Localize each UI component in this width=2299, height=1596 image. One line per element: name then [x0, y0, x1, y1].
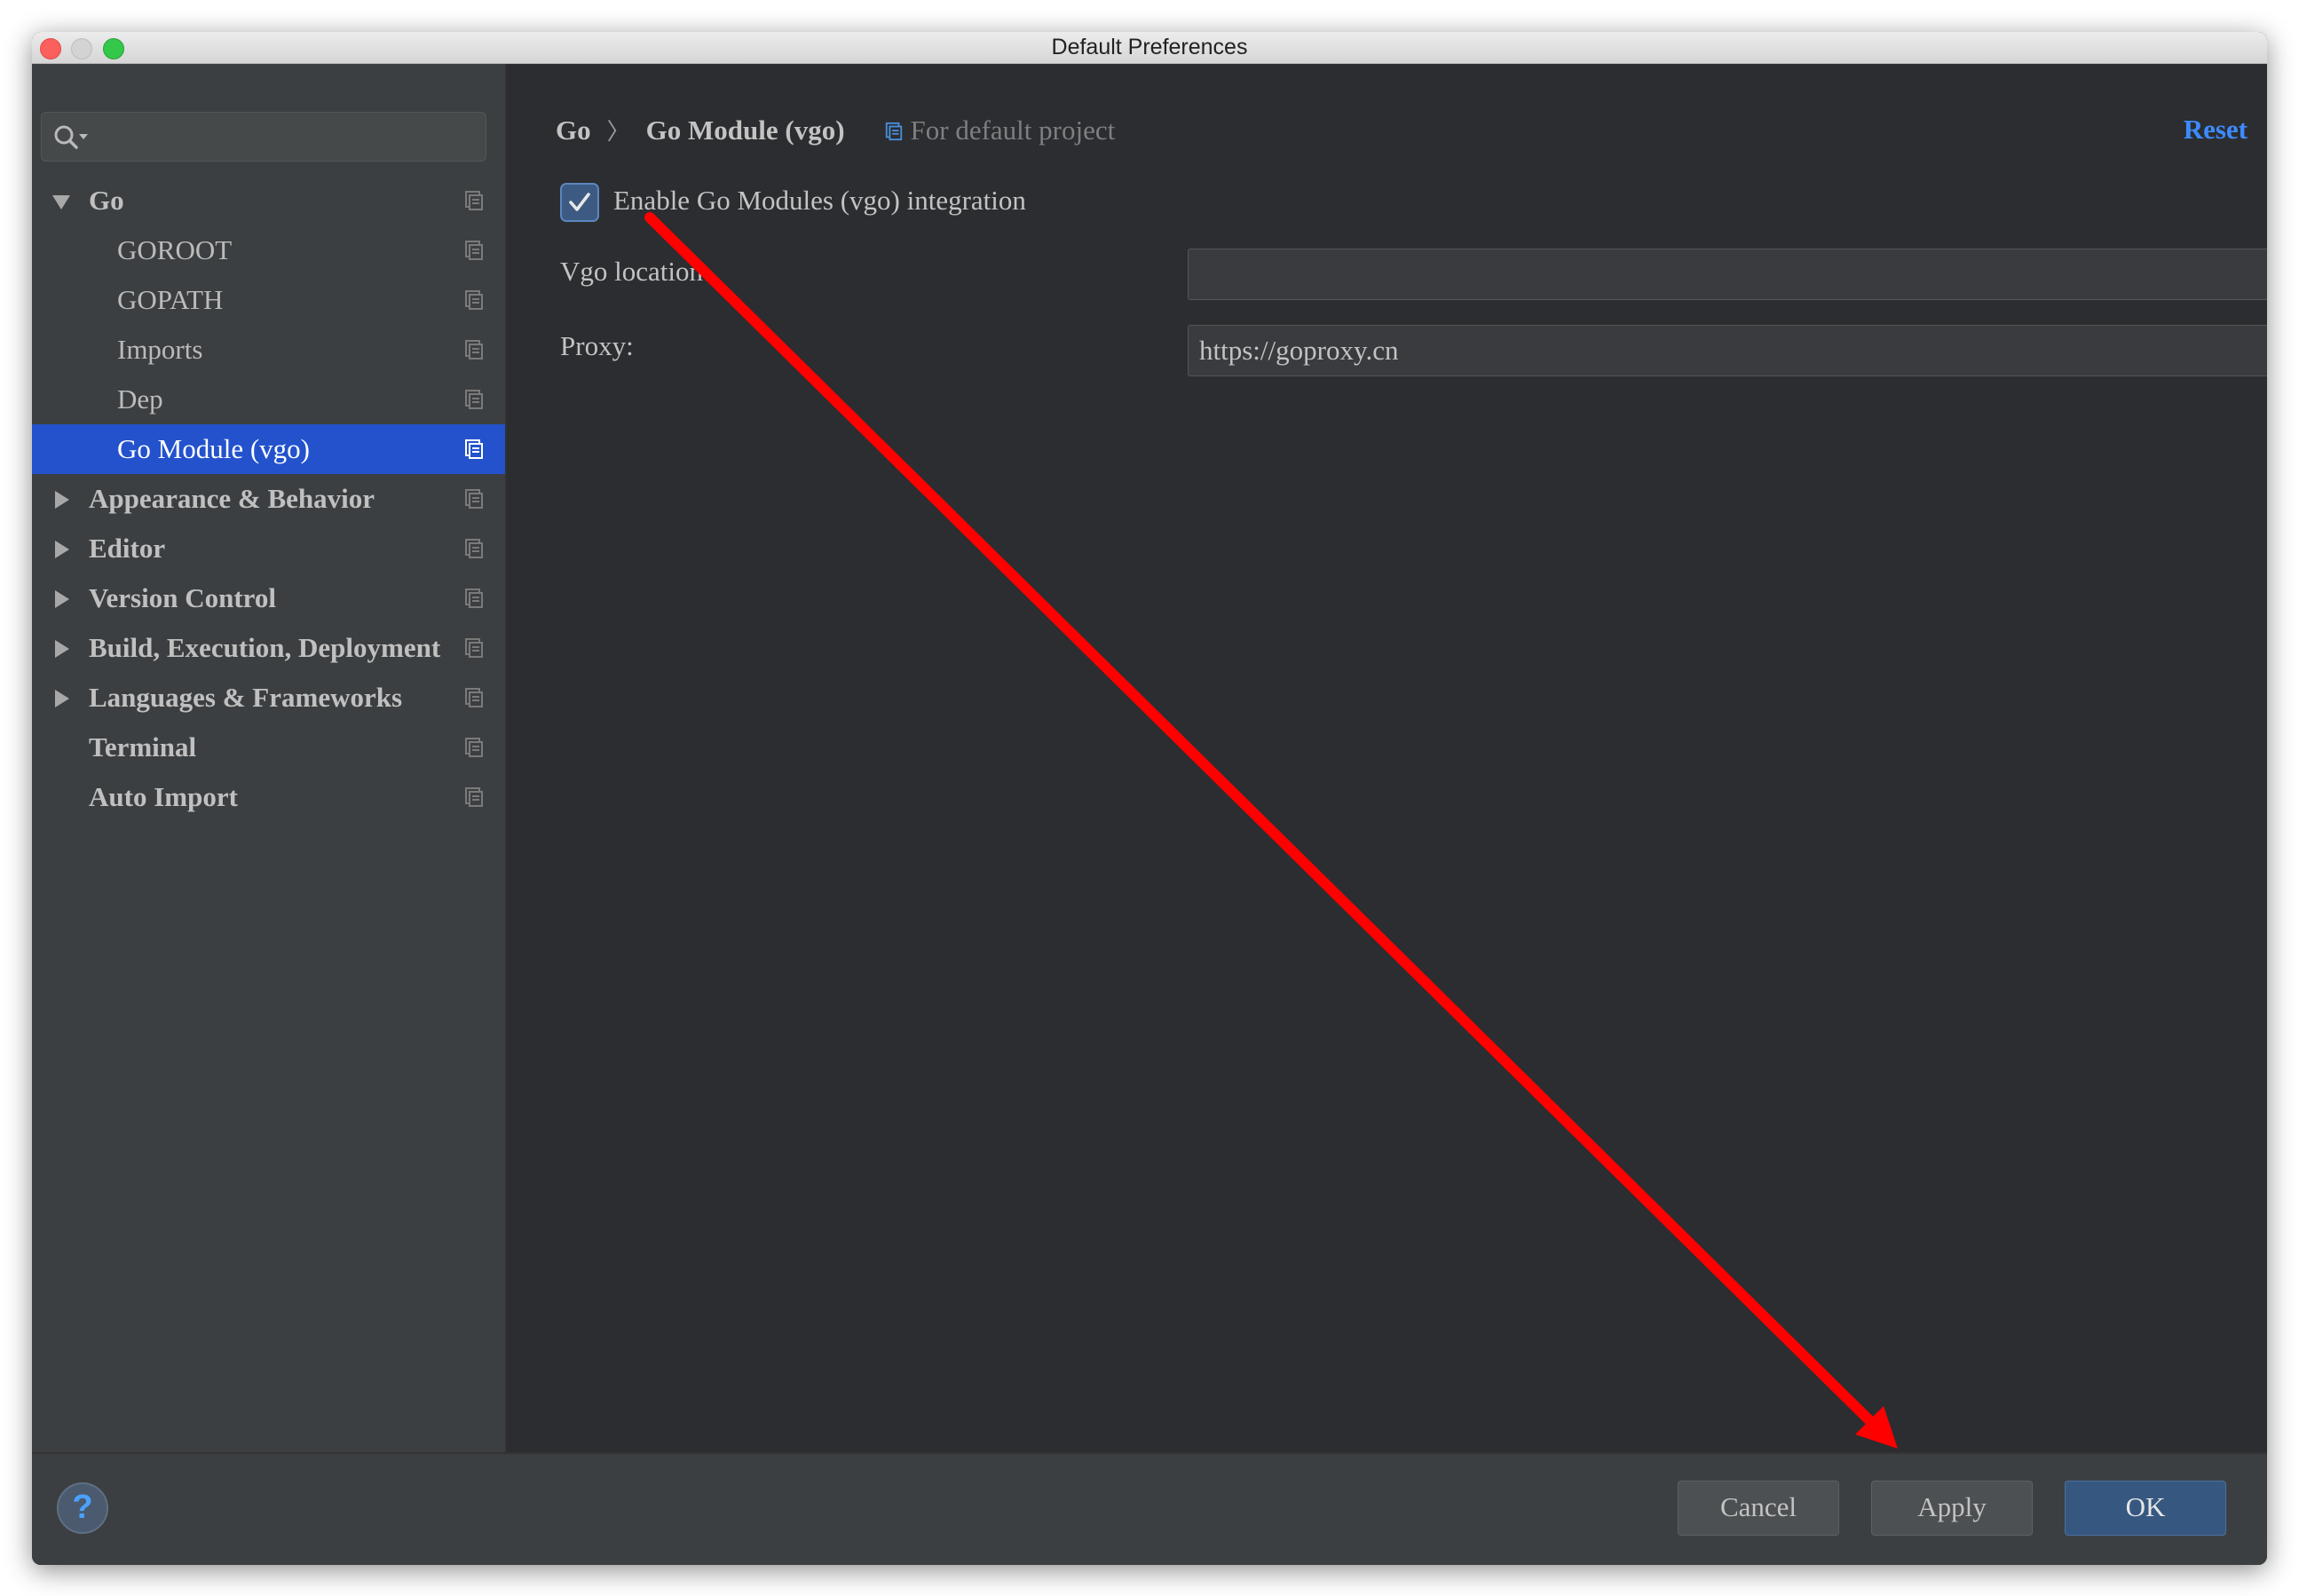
settings-search-input[interactable]	[41, 112, 486, 162]
tree-item-auto-import[interactable]: Auto Import	[32, 772, 505, 822]
tree-item-label: Go	[89, 185, 124, 216]
tree-item-languages-frameworks[interactable]: Languages & Frameworks	[32, 673, 505, 723]
collapsed-arrow-icon[interactable]	[51, 639, 71, 659]
tree-item-label: Build, Execution, Deployment	[89, 632, 441, 663]
project-scope-icon	[465, 439, 483, 459]
enable-vgo-label[interactable]: Enable Go Modules (vgo) integration	[613, 185, 1026, 217]
tree-item-label: Appearance & Behavior	[89, 483, 375, 514]
collapsed-arrow-icon[interactable]	[51, 540, 71, 559]
vgo-location-label: Vgo location:	[560, 256, 711, 287]
window-title: Default Preferences	[1051, 35, 1248, 59]
reset-link[interactable]: Reset	[2184, 114, 2248, 146]
tree-item-label: Terminal	[89, 731, 197, 762]
tree-item-dep[interactable]: Dep	[32, 375, 505, 424]
project-scope-icon	[465, 489, 483, 509]
settings-content: Go 〉 Go Module (vgo) For default project Re…	[507, 64, 2267, 1484]
tree-item-terminal[interactable]: Terminal	[32, 723, 505, 772]
collapsed-arrow-icon[interactable]	[51, 589, 71, 609]
breadcrumb-root[interactable]: Go	[556, 115, 591, 146]
project-scope-icon	[465, 688, 483, 707]
tree-item-label: Editor	[89, 533, 166, 564]
project-scope-icon	[465, 539, 483, 558]
preferences-window: Default Preferences Go GOROOT GOPATH Imp…	[32, 32, 2267, 1565]
tree-item-version-control[interactable]: Version Control	[32, 573, 505, 623]
tree-item-label: Auto Import	[89, 781, 238, 812]
tree-item-label: Imports	[117, 334, 203, 365]
tree-item-editor[interactable]: Editor	[32, 524, 505, 573]
proxy-value[interactable]: https://goproxy.cn	[1199, 326, 1398, 375]
project-scope-icon	[465, 241, 483, 260]
cancel-button[interactable]: Cancel	[1678, 1481, 1839, 1536]
project-scope-icon	[885, 122, 902, 141]
proxy-label: Proxy:	[560, 330, 634, 361]
proxy-field[interactable]: https://goproxy.cn	[1188, 325, 2267, 376]
dialog-footer: ? Cancel Apply OK	[32, 1452, 2267, 1565]
project-scope-icon	[465, 787, 483, 807]
collapsed-arrow-icon[interactable]	[51, 689, 71, 708]
tree-item-build-execution-deployment[interactable]: Build, Execution, Deployment	[32, 623, 505, 673]
project-scope-icon	[465, 638, 483, 658]
tree-item-go[interactable]: Go	[32, 176, 505, 225]
ok-button[interactable]: OK	[2065, 1481, 2226, 1536]
tree-item-gopath[interactable]: GOPATH	[32, 275, 505, 325]
settings-sidebar: Go GOROOT GOPATH Imports Dep Go Module (…	[32, 64, 507, 1484]
tree-item-go-module-vgo[interactable]: Go Module (vgo)	[32, 424, 505, 474]
apply-button[interactable]: Apply	[1871, 1481, 2033, 1536]
tree-item-label: Dep	[117, 383, 163, 415]
tree-item-label: Version Control	[89, 582, 276, 613]
enable-vgo-checkbox[interactable]	[560, 183, 599, 222]
tree-item-imports[interactable]: Imports	[32, 325, 505, 375]
breadcrumb-current: Go Module (vgo)	[645, 115, 845, 146]
breadcrumb: Go 〉 Go Module (vgo) For default project	[556, 114, 1115, 146]
title-bar: Default Preferences	[32, 32, 2267, 64]
project-scope-icon	[465, 390, 483, 409]
expanded-arrow-icon[interactable]	[51, 192, 71, 211]
scope-label: For default project	[910, 115, 1116, 146]
project-scope-icon	[465, 738, 483, 757]
settings-tree: Go GOROOT GOPATH Imports Dep Go Module (…	[32, 176, 505, 822]
project-scope-icon	[465, 340, 483, 359]
vgo-location-field[interactable]	[1188, 249, 2267, 300]
tree-item-label: GOPATH	[117, 284, 224, 315]
search-icon[interactable]	[52, 123, 93, 152]
tree-item-appearance-behavior[interactable]: Appearance & Behavior	[32, 474, 505, 524]
tree-item-label: Go Module (vgo)	[117, 433, 310, 464]
tree-item-goroot[interactable]: GOROOT	[32, 225, 505, 275]
breadcrumb-separator: 〉	[606, 119, 630, 145]
checkmark-icon	[569, 193, 590, 211]
tree-item-label: GOROOT	[117, 234, 233, 265]
project-scope-icon	[465, 191, 483, 210]
collapsed-arrow-icon[interactable]	[51, 490, 71, 510]
project-scope-icon	[465, 589, 483, 608]
project-scope-icon	[465, 290, 483, 310]
help-button[interactable]: ?	[57, 1482, 108, 1534]
tree-item-label: Languages & Frameworks	[89, 682, 403, 713]
